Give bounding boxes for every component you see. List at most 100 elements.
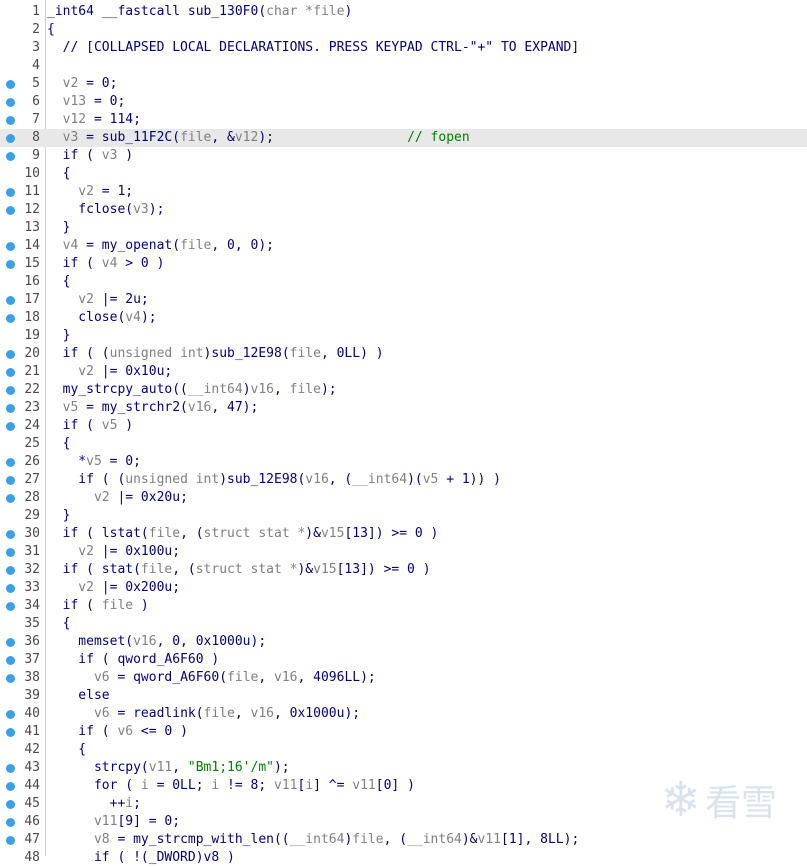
code-text[interactable]: if ( v3 ) (47, 147, 133, 165)
breakpoint-dot-icon[interactable] (6, 404, 15, 413)
code-text[interactable]: v13 = 0; (47, 93, 126, 111)
code-text[interactable]: } (47, 219, 71, 237)
code-text[interactable]: } (47, 507, 71, 525)
code-text[interactable]: v6 = readlink(file, v16, 0x1000u); (47, 705, 360, 723)
code-line[interactable]: 27 if ( (unsigned int)sub_12E98(v16, (__… (0, 471, 807, 489)
breakpoint-dot-icon[interactable] (6, 458, 15, 467)
code-line[interactable]: 29 } (0, 507, 807, 525)
code-text[interactable]: v2 |= 0x20u; (47, 489, 188, 507)
breakpoint-dot-icon[interactable] (6, 422, 15, 431)
code-text[interactable]: _int64 __fastcall sub_130F0(char *file) (47, 3, 352, 21)
code-text[interactable]: v2 |= 2u; (47, 291, 148, 309)
code-line[interactable]: 41 if ( v6 <= 0 ) (0, 723, 807, 741)
code-line[interactable]: 31 v2 |= 0x100u; (0, 543, 807, 561)
code-line[interactable]: 12 fclose(v3); (0, 201, 807, 219)
code-text[interactable]: v3 = sub_11F2C(file, &v12); // fopen (47, 129, 470, 147)
code-line[interactable]: 34 if ( file ) (0, 597, 807, 615)
breakpoint-dot-icon[interactable] (6, 494, 15, 503)
breakpoint-dot-icon[interactable] (6, 476, 15, 485)
code-line[interactable]: 21 v2 |= 0x10u; (0, 363, 807, 381)
code-line[interactable]: 39 else (0, 687, 807, 705)
code-line[interactable]: 33 v2 |= 0x200u; (0, 579, 807, 597)
code-text[interactable]: for ( i = 0LL; i != 8; v11[i] ^= v11[0] … (47, 777, 415, 795)
breakpoint-dot-icon[interactable] (6, 350, 15, 359)
breakpoint-dot-icon[interactable] (6, 818, 15, 827)
code-line[interactable]: 10 { (0, 165, 807, 183)
code-text[interactable]: ++i; (47, 795, 141, 813)
code-line[interactable]: 37 if ( qword_A6F60 ) (0, 651, 807, 669)
code-text[interactable]: close(v4); (47, 309, 156, 327)
breakpoint-dot-icon[interactable] (6, 548, 15, 557)
code-text[interactable]: v2 |= 0x10u; (47, 363, 172, 381)
breakpoint-dot-icon[interactable] (6, 134, 15, 143)
code-line[interactable]: 5 v2 = 0; (0, 75, 807, 93)
breakpoint-dot-icon[interactable] (6, 530, 15, 539)
code-text[interactable]: { (47, 435, 71, 453)
code-text[interactable]: if ( file ) (47, 597, 149, 615)
breakpoint-dot-icon[interactable] (6, 836, 15, 845)
code-text[interactable]: *v5 = 0; (47, 453, 141, 471)
code-text[interactable]: v2 |= 0x100u; (47, 543, 180, 561)
code-line[interactable]: 16 { (0, 273, 807, 291)
code-line[interactable]: 19 } (0, 327, 807, 345)
code-text[interactable]: if ( !(_DWORD)v8 ) (47, 849, 235, 867)
code-text[interactable]: strcpy(v11, "Bm1;16'/m"); (47, 759, 290, 777)
code-line[interactable]: 48 if ( !(_DWORD)v8 ) (0, 849, 807, 867)
breakpoint-dot-icon[interactable] (6, 260, 15, 269)
code-line[interactable]: 40 v6 = readlink(file, v16, 0x1000u); (0, 705, 807, 723)
code-line[interactable]: 35 { (0, 615, 807, 633)
breakpoint-dot-icon[interactable] (6, 728, 15, 737)
code-line[interactable]: 8 v3 = sub_11F2C(file, &v12); // fopen (0, 129, 807, 147)
breakpoint-dot-icon[interactable] (6, 116, 15, 125)
code-text[interactable]: v4 = my_openat(file, 0, 0); (47, 237, 274, 255)
code-line[interactable]: 26 *v5 = 0; (0, 453, 807, 471)
code-text[interactable]: if ( v6 <= 0 ) (47, 723, 188, 741)
code-text[interactable]: v2 = 1; (47, 183, 133, 201)
breakpoint-dot-icon[interactable] (6, 638, 15, 647)
code-line[interactable]: 3 // [COLLAPSED LOCAL DECLARATIONS. PRES… (0, 39, 807, 57)
code-line[interactable]: 23 v5 = my_strchr2(v16, 47); (0, 399, 807, 417)
code-text[interactable]: { (47, 615, 71, 633)
code-text[interactable]: } (47, 327, 71, 345)
breakpoint-dot-icon[interactable] (6, 386, 15, 395)
code-line[interactable]: 4 (0, 57, 807, 75)
code-line[interactable]: 2{ (0, 21, 807, 39)
code-line[interactable]: 20 if ( (unsigned int)sub_12E98(file, 0L… (0, 345, 807, 363)
code-line[interactable]: 24 if ( v5 ) (0, 417, 807, 435)
code-line[interactable]: 7 v12 = 114; (0, 111, 807, 129)
code-text[interactable]: else (47, 687, 109, 705)
code-text[interactable]: memset(v16, 0, 0x1000u); (47, 633, 266, 651)
code-line[interactable]: 25 { (0, 435, 807, 453)
code-line[interactable]: 9 if ( v3 ) (0, 147, 807, 165)
code-line[interactable]: 38 v6 = qword_A6F60(file, v16, 4096LL); (0, 669, 807, 687)
code-text[interactable]: { (47, 273, 71, 291)
code-line[interactable]: 18 close(v4); (0, 309, 807, 327)
code-line[interactable]: 36 memset(v16, 0, 0x1000u); (0, 633, 807, 651)
breakpoint-dot-icon[interactable] (6, 368, 15, 377)
code-text[interactable]: v8 = my_strcmp_with_len((__int64)file, (… (47, 831, 579, 849)
breakpoint-dot-icon[interactable] (6, 782, 15, 791)
code-text[interactable]: v2 |= 0x200u; (47, 579, 180, 597)
code-text[interactable]: { (47, 165, 71, 183)
breakpoint-dot-icon[interactable] (6, 602, 15, 611)
code-line[interactable]: 11 v2 = 1; (0, 183, 807, 201)
code-text[interactable]: if ( stat(file, (struct stat *)&v15[13])… (47, 561, 431, 579)
code-text[interactable]: if ( lstat(file, (struct stat *)&v15[13]… (47, 525, 439, 543)
code-text[interactable]: { (47, 21, 55, 39)
code-text[interactable]: if ( (unsigned int)sub_12E98(v16, (__int… (47, 471, 501, 489)
code-line[interactable]: 1 _int64 __fastcall sub_130F0(char *file) (0, 3, 807, 21)
breakpoint-dot-icon[interactable] (6, 188, 15, 197)
code-line[interactable]: 14 v4 = my_openat(file, 0, 0); (0, 237, 807, 255)
code-line[interactable]: 13 } (0, 219, 807, 237)
code-text[interactable]: v2 = 0; (47, 75, 118, 93)
breakpoint-dot-icon[interactable] (6, 566, 15, 575)
breakpoint-dot-icon[interactable] (6, 152, 15, 161)
breakpoint-dot-icon[interactable] (6, 674, 15, 683)
breakpoint-dot-icon[interactable] (6, 764, 15, 773)
breakpoint-dot-icon[interactable] (6, 206, 15, 215)
code-text[interactable]: v12 = 114; (47, 111, 141, 129)
code-text[interactable]: if ( qword_A6F60 ) (47, 651, 219, 669)
code-line[interactable]: 6 v13 = 0; (0, 93, 807, 111)
code-line[interactable]: 47 v8 = my_strcmp_with_len((__int64)file… (0, 831, 807, 849)
breakpoint-dot-icon[interactable] (6, 800, 15, 809)
